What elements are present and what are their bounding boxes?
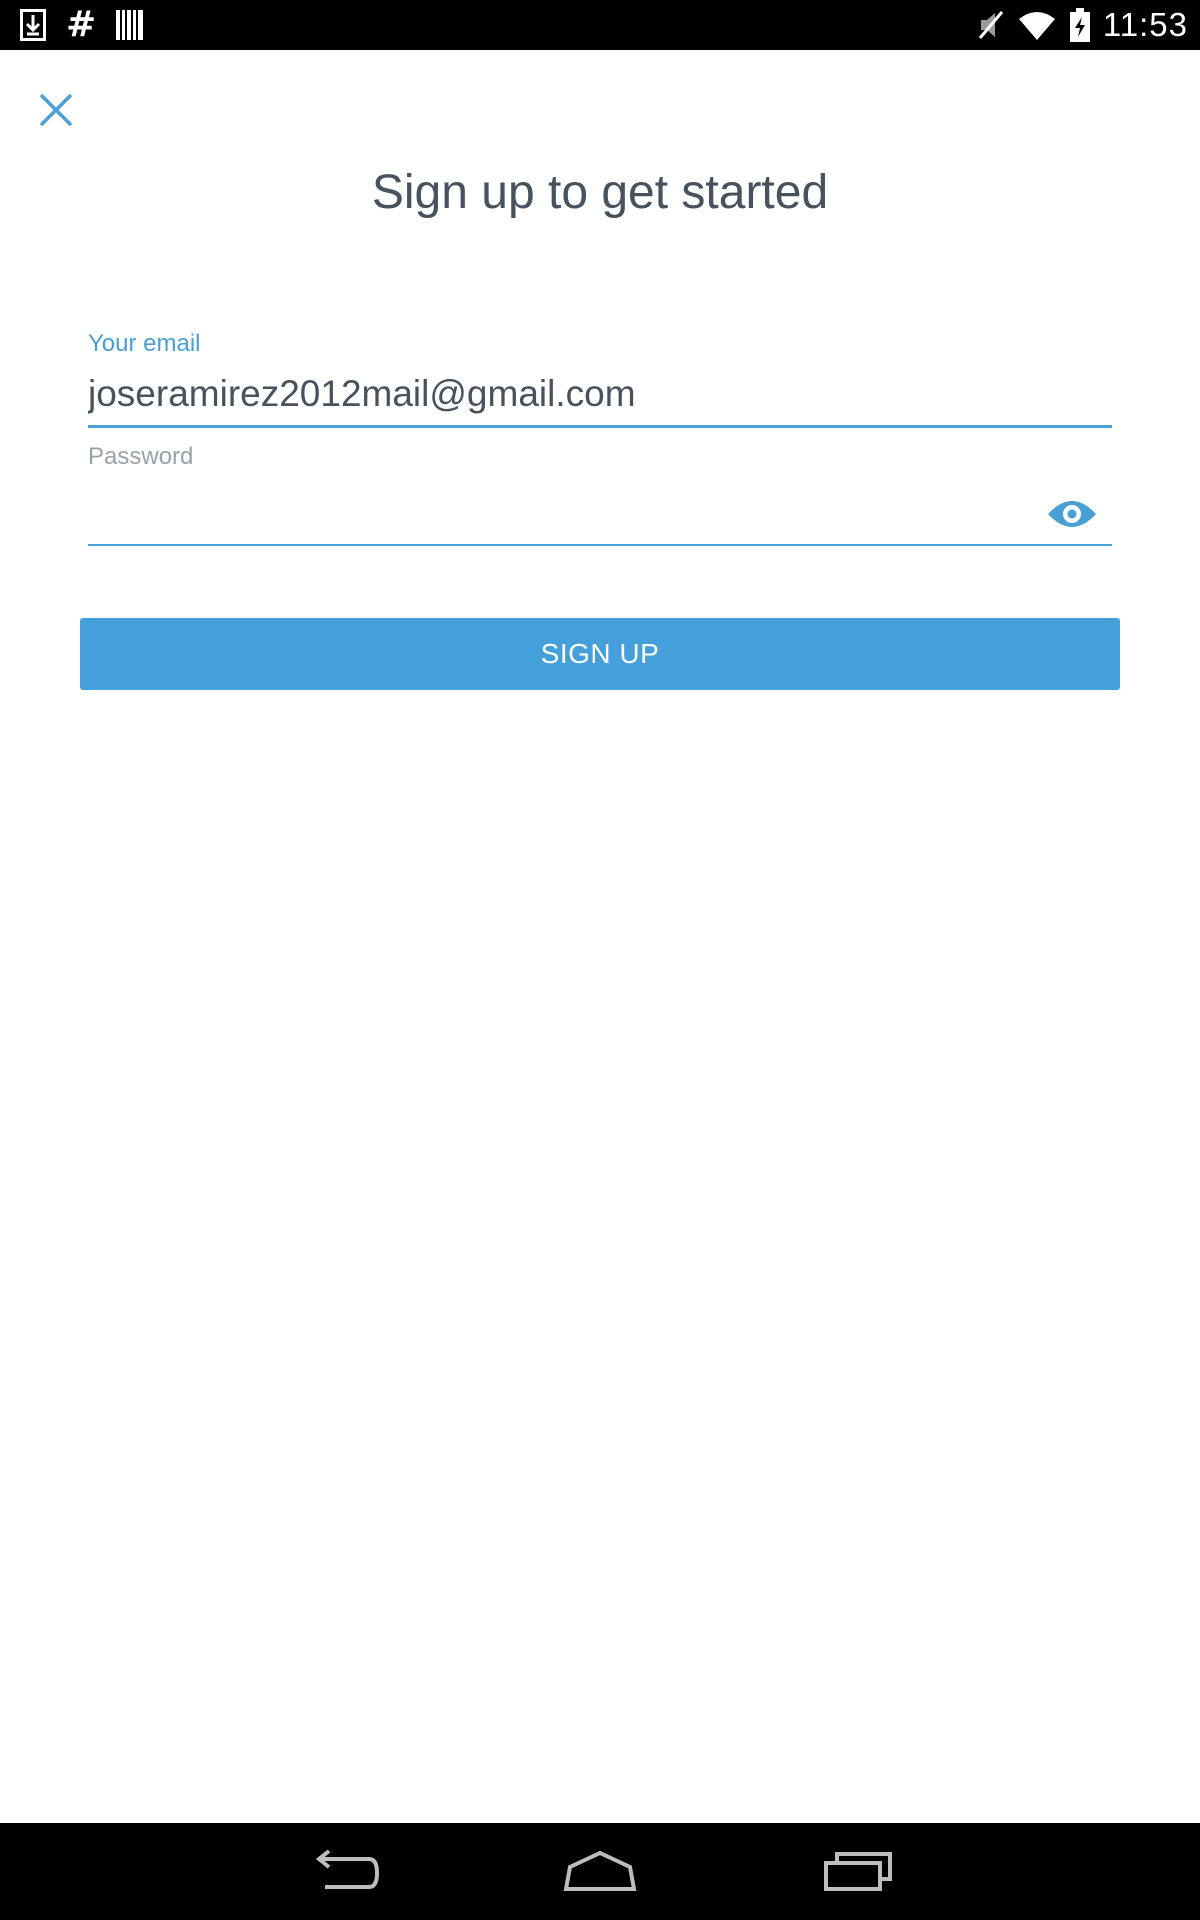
password-field[interactable] bbox=[88, 484, 1112, 546]
signup-screen: # 11:53 Sign up to get started Your emai… bbox=[0, 0, 1200, 1920]
download-icon bbox=[20, 9, 46, 41]
recents-icon bbox=[824, 1852, 892, 1891]
hash-icon: # bbox=[66, 4, 97, 45]
password-visibility-toggle[interactable] bbox=[1046, 492, 1098, 536]
close-button[interactable] bbox=[22, 76, 90, 144]
status-bar: # 11:53 bbox=[0, 0, 1200, 50]
email-field[interactable] bbox=[88, 370, 1112, 428]
battery-charging-icon bbox=[1069, 8, 1091, 42]
status-bar-notifications: # bbox=[20, 4, 144, 45]
status-bar-system: 11:53 bbox=[977, 6, 1188, 44]
close-icon bbox=[39, 93, 73, 127]
eye-icon bbox=[1048, 501, 1096, 527]
back-button[interactable] bbox=[293, 1841, 393, 1901]
muted-icon bbox=[977, 9, 1005, 41]
recents-button[interactable] bbox=[808, 1841, 908, 1901]
email-label: Your email bbox=[88, 330, 201, 357]
home-button[interactable] bbox=[550, 1841, 650, 1901]
password-label: Password bbox=[88, 443, 194, 470]
back-icon bbox=[315, 1849, 379, 1889]
status-time: 11:53 bbox=[1102, 6, 1188, 43]
navigation-bar bbox=[0, 1823, 1200, 1920]
wifi-icon bbox=[1017, 10, 1057, 40]
home-icon bbox=[563, 1851, 637, 1891]
page-title: Sign up to get started bbox=[371, 166, 829, 219]
barcode-icon bbox=[116, 10, 144, 40]
signup-button[interactable]: SIGN UP bbox=[80, 618, 1120, 690]
